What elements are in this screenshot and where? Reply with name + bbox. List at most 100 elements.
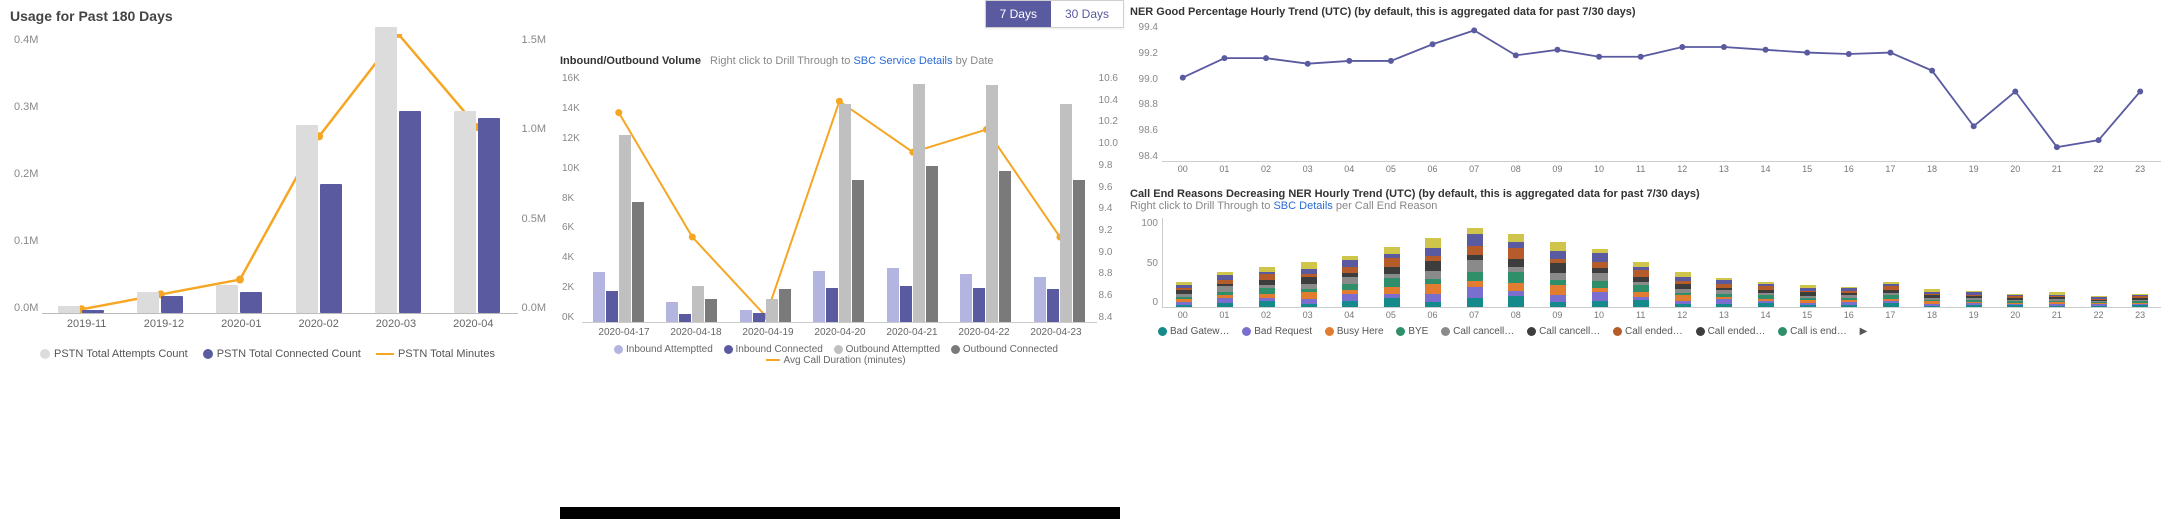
stacked-bar[interactable] <box>1633 257 1649 307</box>
stacked-bar[interactable] <box>2132 292 2148 307</box>
panel3b-drill-hint: Right click to Drill Through to SBC Deta… <box>1130 200 2161 212</box>
x-tick: 2020-04-22 <box>948 323 1020 338</box>
x-tick: 06 <box>1412 310 1454 320</box>
x-tick: 08 <box>1495 164 1537 174</box>
panel3a-title: NER Good Percentage Hourly Trend (UTC) (… <box>1130 6 2161 18</box>
sbc-details-link[interactable]: SBC Details <box>1273 200 1332 212</box>
x-tick: 10 <box>1578 164 1620 174</box>
panel2-legend: Inbound Attemptted Inbound Connected Out… <box>560 344 1120 366</box>
stacked-bar[interactable] <box>1592 242 1608 307</box>
legend-call-ended-b[interactable]: Call ended… <box>1696 326 1766 337</box>
stacked-bar[interactable] <box>1841 284 1857 307</box>
ner-panels: NER Good Percentage Hourly Trend (UTC) (… <box>1120 0 2171 519</box>
usage-180-panel: Usage for Past 180 Days 0.4M 0.3M 0.2M 0… <box>0 0 560 519</box>
inbound-outbound-panel: 7 Days 30 Days Inbound/Outbound Volume R… <box>560 0 1120 519</box>
stacked-bar[interactable] <box>1176 279 1192 307</box>
stacked-bar[interactable] <box>1217 268 1233 307</box>
legend-call-is-ended[interactable]: Call is end… <box>1778 326 1847 337</box>
x-tick: 2020-04 <box>435 314 512 330</box>
toggle-7-days[interactable]: 7 Days <box>986 1 1051 27</box>
panel2-y-right: 10.610.4 10.210.0 9.89.6 9.49.2 9.08.8 8… <box>1097 73 1120 323</box>
stacked-bar[interactable] <box>1550 234 1566 307</box>
legend-call-cancelled-b[interactable]: Call cancell… <box>1527 326 1600 337</box>
x-tick: 00 <box>1162 164 1204 174</box>
x-tick: 17 <box>1870 164 1912 174</box>
legend-avg-duration[interactable]: Avg Call Duration (minutes) <box>766 355 905 366</box>
panel1-title: Usage for Past 180 Days <box>10 8 550 24</box>
legend-bye[interactable]: BYE <box>1396 326 1428 337</box>
stacked-bar[interactable] <box>1342 250 1358 307</box>
panel1-y-right: 1.5M 1.0M 0.5M 0.0M <box>518 34 550 314</box>
legend-call-ended-a[interactable]: Call ended… <box>1613 326 1683 337</box>
x-tick: 14 <box>1745 310 1787 320</box>
x-tick: 03 <box>1287 164 1329 174</box>
x-tick: 01 <box>1204 310 1246 320</box>
legend-minutes[interactable]: PSTN Total Minutes <box>376 348 495 360</box>
legend-call-cancelled-a[interactable]: Call cancell… <box>1441 326 1514 337</box>
legend-outbound-attempted[interactable]: Outbound Attemptted <box>834 344 941 355</box>
x-tick: 11 <box>1620 310 1662 320</box>
legend-inbound-attempted[interactable]: Inbound Attemptted <box>614 344 713 355</box>
x-tick: 06 <box>1412 164 1454 174</box>
legend-connected[interactable]: PSTN Total Connected Count <box>203 348 361 360</box>
stacked-bar[interactable] <box>1966 289 1982 307</box>
x-tick: 18 <box>1911 164 1953 174</box>
x-tick: 07 <box>1453 164 1495 174</box>
stacked-bar[interactable] <box>1508 226 1524 307</box>
x-tick: 2020-02 <box>280 314 357 330</box>
x-tick: 19 <box>1953 164 1995 174</box>
stacked-bar[interactable] <box>1384 241 1400 307</box>
stacked-bar[interactable] <box>1883 279 1899 307</box>
x-tick: 01 <box>1204 164 1246 174</box>
legend-busy-here[interactable]: Busy Here <box>1325 326 1384 337</box>
x-tick: 22 <box>2078 310 2120 320</box>
stacked-bar[interactable] <box>1800 283 1816 307</box>
x-tick: 05 <box>1370 164 1412 174</box>
x-tick: 11 <box>1620 164 1662 174</box>
stacked-bar[interactable] <box>1467 220 1483 307</box>
stacked-bar[interactable] <box>1425 230 1441 307</box>
x-tick: 21 <box>2036 310 2078 320</box>
x-tick: 2020-04-21 <box>876 323 948 338</box>
x-tick: 05 <box>1370 310 1412 320</box>
sbc-service-details-link[interactable]: SBC Service Details <box>853 55 952 67</box>
stacked-bar[interactable] <box>1301 257 1317 307</box>
x-tick: 22 <box>2078 164 2120 174</box>
stacked-bar[interactable] <box>2091 295 2107 307</box>
stacked-bar[interactable] <box>2007 292 2023 307</box>
stacked-bar[interactable] <box>1259 263 1275 308</box>
stacked-bar[interactable] <box>1675 268 1691 307</box>
panel3a-chart: 99.499.2 99.098.8 98.698.4 <box>1130 22 2161 162</box>
stacked-bar[interactable] <box>2049 291 2065 307</box>
x-tick: 12 <box>1662 164 1704 174</box>
drill-hint: Right click to Drill Through to SBC Serv… <box>710 55 994 67</box>
x-tick: 13 <box>1703 310 1745 320</box>
legend-inbound-connected[interactable]: Inbound Connected <box>724 344 823 355</box>
x-tick: 07 <box>1453 310 1495 320</box>
toggle-30-days[interactable]: 30 Days <box>1051 1 1123 27</box>
x-tick: 2020-04-17 <box>588 323 660 338</box>
x-tick: 2020-04-23 <box>1020 323 1092 338</box>
stacked-bar[interactable] <box>1924 287 1940 307</box>
legend-attempts[interactable]: PSTN Total Attempts Count <box>40 348 188 360</box>
panel1-legend: PSTN Total Attempts Count PSTN Total Con… <box>40 348 550 360</box>
x-tick: 2020-04-20 <box>804 323 876 338</box>
legend-scroll-right-icon[interactable]: ▶ <box>1860 326 1868 337</box>
legend-bad-request[interactable]: Bad Request <box>1242 326 1312 337</box>
x-tick: 09 <box>1537 310 1579 320</box>
legend-bad-gateway[interactable]: Bad Gatew… <box>1158 326 1229 337</box>
stacked-bar[interactable] <box>1716 275 1732 307</box>
x-tick: 2019-12 <box>125 314 202 330</box>
panel3b-legend: Bad Gatew… Bad Request Busy Here BYE Cal… <box>1158 326 2161 337</box>
x-tick: 15 <box>1786 310 1828 320</box>
x-tick: 20 <box>1995 310 2037 320</box>
legend-outbound-connected[interactable]: Outbound Connected <box>951 344 1058 355</box>
panel2-title: Inbound/Outbound Volume <box>560 55 701 67</box>
x-tick: 18 <box>1911 310 1953 320</box>
x-tick: 02 <box>1245 164 1287 174</box>
panel1-chart: 0.4M 0.3M 0.2M 0.1M 0.0M 1.5M 1.0M 0.5M … <box>10 34 550 314</box>
x-tick: 2019-11 <box>48 314 125 330</box>
x-tick: 20 <box>1995 164 2037 174</box>
stacked-bar[interactable] <box>1758 279 1774 307</box>
panel3a-x-axis: 0001020304050607080910111213141516171819… <box>1162 164 2161 174</box>
